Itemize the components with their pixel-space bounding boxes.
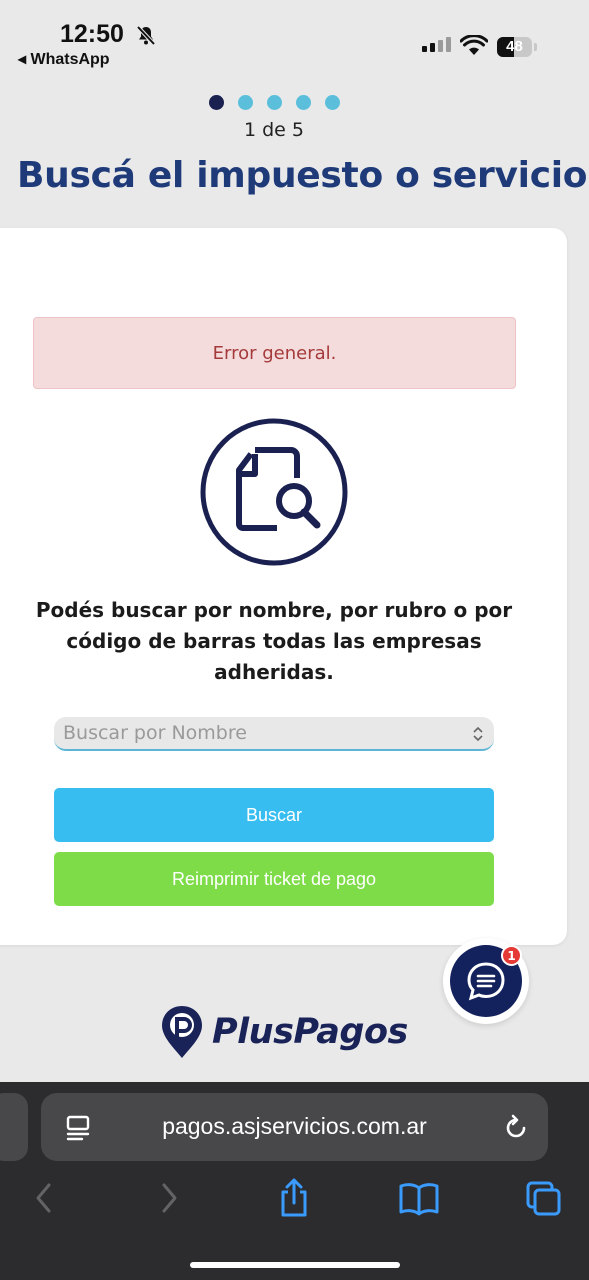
reprint-ticket-button[interactable]: Reimprimir ticket de pago xyxy=(54,852,494,906)
step-dot xyxy=(296,95,311,110)
search-button[interactable]: Buscar xyxy=(54,788,494,842)
home-indicator xyxy=(190,1262,400,1268)
logo-text: PlusPagos xyxy=(212,1012,408,1052)
step-dot xyxy=(267,95,282,110)
step-dot xyxy=(238,95,253,110)
page-title: Buscá el impuesto o servicio xyxy=(17,155,588,196)
bookmarks-icon[interactable] xyxy=(398,1178,440,1218)
step-indicator xyxy=(209,95,340,110)
battery-icon: 48 xyxy=(497,37,532,57)
forward-arrow-icon[interactable] xyxy=(157,1178,183,1218)
search-by-select[interactable]: Buscar por Nombre xyxy=(54,717,494,751)
step-dot-active xyxy=(209,95,224,110)
search-description: Podés buscar por nombre, por rubro o por… xyxy=(35,598,513,684)
status-time: 12:50 xyxy=(60,20,124,48)
error-alert: Error general. xyxy=(33,317,516,389)
battery-tip xyxy=(534,43,537,51)
share-icon[interactable] xyxy=(276,1178,312,1218)
chat-notification-badge: 1 xyxy=(501,945,522,966)
chat-bubble-icon xyxy=(467,962,505,1001)
signal-icon xyxy=(422,37,451,52)
tabs-icon[interactable] xyxy=(525,1178,565,1218)
back-arrow-icon[interactable] xyxy=(30,1178,56,1218)
url-text: pagos.asjservicios.com.ar xyxy=(162,1113,427,1139)
step-dot xyxy=(325,95,340,110)
reload-icon[interactable] xyxy=(502,1114,530,1142)
pluspagos-logo: PlusPagos xyxy=(160,1004,408,1060)
muted-bell-icon xyxy=(136,25,156,46)
back-to-whatsapp-link[interactable]: ◂ WhatsApp xyxy=(18,49,110,69)
battery-level: 48 xyxy=(506,38,523,55)
wifi-icon xyxy=(460,35,488,55)
search-select-placeholder: Buscar por Nombre xyxy=(63,722,247,744)
document-search-icon xyxy=(200,418,348,566)
step-counter: 1 de 5 xyxy=(243,119,304,141)
chevron-updown-icon xyxy=(473,726,483,742)
location-pin-logo-icon xyxy=(162,1006,202,1058)
